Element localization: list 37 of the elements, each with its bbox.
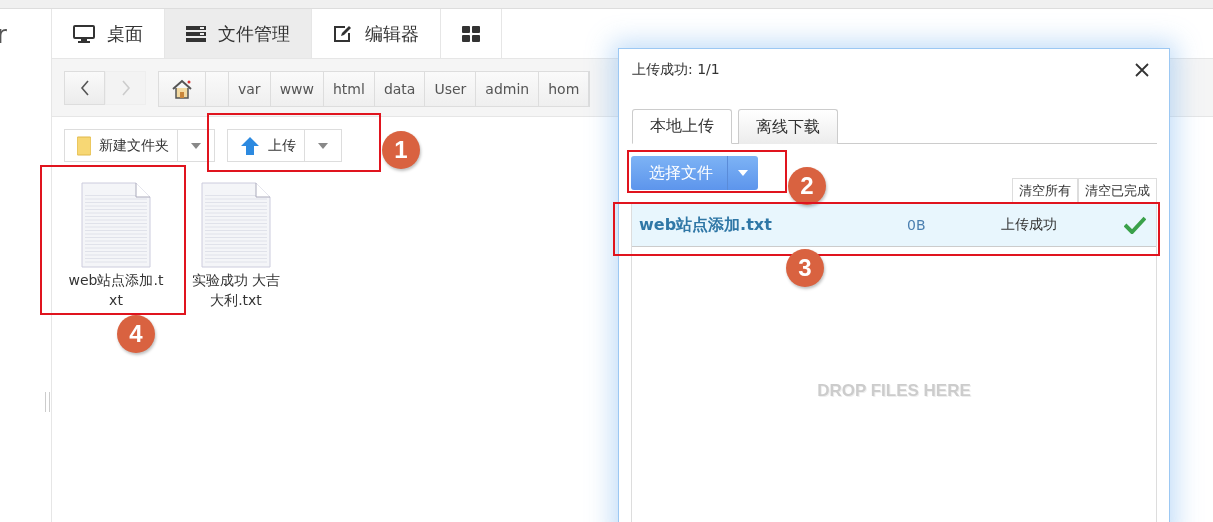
home-icon: [171, 79, 193, 99]
caret-icon: [318, 142, 328, 149]
breadcrumb-item[interactable]: User: [425, 72, 477, 106]
breadcrumb-item[interactable]: data: [374, 72, 426, 106]
text-file-icon: [201, 182, 271, 268]
caret-icon: [738, 170, 748, 176]
upload-size: 0B: [907, 217, 927, 233]
step-number: 4: [117, 315, 155, 353]
upload-status: 上传成功: [1001, 216, 1058, 234]
server-icon: [186, 25, 206, 42]
grid-icon: [462, 25, 480, 42]
file-name: web站点添加.txt: [68, 271, 164, 310]
upload-file-name: web站点添加.txt: [639, 214, 773, 236]
breadcrumb-item[interactable]: www: [270, 72, 324, 106]
step-number: 1: [382, 131, 420, 169]
caret-icon: [191, 142, 201, 149]
sidebar-title: r: [0, 21, 8, 49]
text-file-icon: [81, 182, 151, 268]
monitor-icon: [73, 24, 95, 43]
chevron-right-icon: [120, 80, 131, 96]
clear-button[interactable]: 清空已完成: [1078, 178, 1157, 203]
up-arrow-icon: [240, 135, 260, 156]
folder-icon: [77, 135, 91, 156]
edit-icon: [333, 24, 353, 43]
tab[interactable]: 编辑器: [312, 9, 441, 58]
resize-handle[interactable]: [45, 392, 50, 412]
clear-button[interactable]: 清空所有: [1012, 178, 1078, 203]
breadcrumb-item[interactable]: html: [324, 72, 375, 106]
tab[interactable]: 文件管理: [165, 9, 312, 58]
dialog-tab[interactable]: 本地上传: [632, 109, 732, 144]
dialog-title: 上传成功: 1/1: [632, 61, 720, 79]
dialog-tab[interactable]: 离线下载: [738, 109, 838, 144]
breadcrumb-item[interactable]: admin: [476, 72, 540, 106]
breadcrumb-item[interactable]: hom: [539, 72, 590, 106]
file-name: 实验成功 大吉大利.txt: [190, 271, 282, 310]
chevron-left-icon: [79, 80, 90, 96]
breadcrumb-item[interactable]: var: [229, 72, 271, 106]
